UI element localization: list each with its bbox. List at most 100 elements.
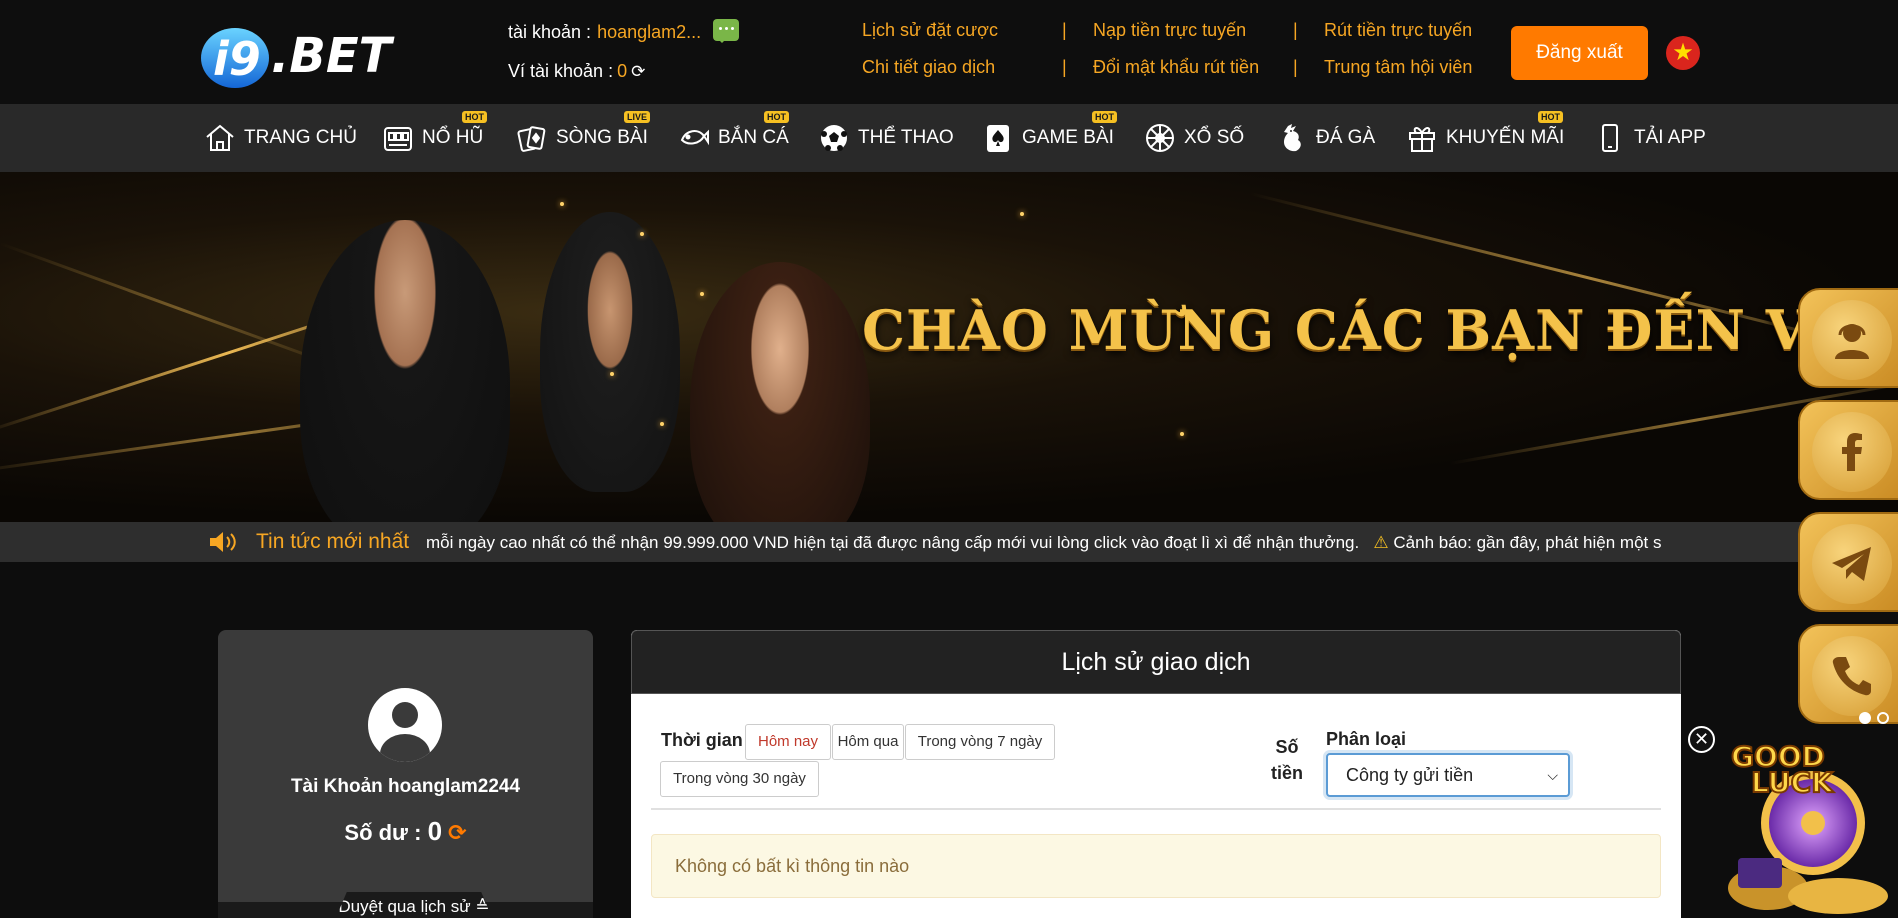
svg-text:LUCK: LUCK xyxy=(1751,766,1834,799)
vietnam-flag-icon[interactable]: ★ xyxy=(1666,36,1700,70)
nav-label: KHUYẾN MÃI xyxy=(1446,127,1565,148)
telegram-button[interactable] xyxy=(1798,512,1898,612)
time-filter-label: Thời gian xyxy=(661,730,743,750)
nav-item-home[interactable]: TRANG CHỦ xyxy=(204,104,357,172)
hot-badge: HOT xyxy=(462,111,487,123)
header-links-col1: Lịch sử đặt cược Chi tiết giao dịch xyxy=(862,18,998,92)
nav-item-lottery[interactable]: XỔ SỐ xyxy=(1144,104,1244,172)
main-nav: TRANG CHỦ NỔ HŨ HOT SÒNG BÀI LIVE BẮN CÁ… xyxy=(0,104,1898,172)
news-ticker[interactable]: mỗi ngày cao nhất có thể nhận 99.999.000… xyxy=(426,533,1702,553)
account-username: hoanglam2... xyxy=(597,22,702,42)
news-text: mỗi ngày cao nhất có thể nhận 99.999.000… xyxy=(426,533,1360,552)
header-links-col2: Nạp tiền trực tuyến Đổi mật khẩu rút tiề… xyxy=(1093,18,1259,92)
filter-7days-button[interactable]: Trong vòng 7 ngày xyxy=(905,724,1055,760)
header-separator-1: | | xyxy=(1062,20,1067,77)
nav-item-promotions[interactable]: KHUYẾN MÃI HOT xyxy=(1406,104,1564,172)
link-withdraw-online[interactable]: Rút tiền trực tuyến xyxy=(1324,18,1472,55)
profile-panel: Tài Khoản hoanglam2244 Số dư : 0 ⟳ Duyệt… xyxy=(218,630,593,918)
nav-item-cockfight[interactable]: ĐÁ GÀ xyxy=(1276,104,1375,172)
top-header: i9 .BET tài khoản : hoanglam2... Ví tài … xyxy=(0,0,1898,104)
banner-man-hat xyxy=(540,212,680,492)
warning-icon: ⚠ xyxy=(1373,533,1389,552)
chat-icon[interactable] xyxy=(713,18,740,43)
wallet-value: 0 xyxy=(617,61,628,81)
lottery-wheel-icon xyxy=(1144,122,1176,154)
profile-account-name: Tài Khoản hoanglam2244 xyxy=(290,776,521,797)
nav-label: XỔ SỐ xyxy=(1184,127,1245,148)
balance-label: Số dư : xyxy=(344,820,422,845)
live-badge: LIVE xyxy=(624,111,651,123)
cards-icon xyxy=(516,122,548,154)
refresh-balance-icon[interactable]: ⟳ xyxy=(448,820,466,845)
home-icon xyxy=(204,122,236,154)
welcome-banner[interactable]: CHÀO MỪNG CÁC BẠN ĐẾN VỚI xyxy=(0,172,1898,522)
close-icon[interactable]: ✕ xyxy=(1688,726,1715,753)
link-change-withdraw-password[interactable]: Đổi mật khẩu rút tiền xyxy=(1093,55,1259,92)
phone-call-icon xyxy=(1832,657,1871,696)
gift-icon xyxy=(1406,122,1438,154)
nav-item-download-app[interactable]: TẢI APP xyxy=(1594,104,1706,172)
hot-badge: HOT xyxy=(764,111,789,123)
hot-badge: HOT xyxy=(1538,111,1563,123)
nav-label: THỂ THAO xyxy=(858,127,954,148)
rooster-icon xyxy=(1276,122,1308,154)
amount-label: Số tiền xyxy=(1271,737,1304,783)
nav-item-casino[interactable]: SÒNG BÀI LIVE xyxy=(516,104,651,172)
hotline-button[interactable] xyxy=(1798,624,1898,724)
speaker-icon xyxy=(210,532,236,552)
link-bet-history[interactable]: Lịch sử đặt cược xyxy=(862,18,998,55)
transaction-history-panel: Lịch sử giao dịch Thời gian Hôm nay Hôm … xyxy=(631,630,1681,918)
balance-value: 0 xyxy=(427,816,443,846)
facebook-icon xyxy=(1842,433,1862,471)
category-selected-value: Công ty gửi tiền xyxy=(1346,765,1474,785)
nav-item-slots[interactable]: NỔ HŨ HOT xyxy=(382,104,487,172)
wallet-label: Ví tài khoản : xyxy=(508,61,614,81)
category-label: Phân loại xyxy=(1326,729,1407,749)
support-button[interactable] xyxy=(1798,288,1898,388)
nav-label: TRANG CHỦ xyxy=(244,127,357,148)
nav-item-fishing[interactable]: BẮN CÁ HOT xyxy=(678,104,789,172)
nav-label: SÒNG BÀI xyxy=(556,127,648,148)
news-marquee: Tin tức mới nhất mỗi ngày cao nhất có th… xyxy=(0,522,1898,562)
soccer-ball-icon xyxy=(818,122,850,154)
profile-balance: Số dư : 0 ⟳ xyxy=(218,816,593,847)
i9bet-logo[interactable]: i9 .BET xyxy=(199,20,421,92)
svg-text:i9: i9 xyxy=(213,32,261,86)
link-member-center[interactable]: Trung tâm hội viên xyxy=(1324,55,1472,92)
facebook-button[interactable] xyxy=(1798,400,1898,500)
nav-label: GAME BÀI xyxy=(1022,127,1114,148)
hot-badge: HOT xyxy=(1092,111,1117,123)
category-select[interactable]: Công ty gửi tiền ⌵ xyxy=(1326,753,1570,797)
link-transaction-detail[interactable]: Chi tiết giao dịch xyxy=(862,55,998,92)
logout-button[interactable]: Đăng xuất xyxy=(1511,26,1648,80)
carousel-dots[interactable] xyxy=(1859,712,1889,724)
banner-woman xyxy=(690,262,870,522)
refresh-icon[interactable]: ⟳ xyxy=(631,62,645,82)
account-info: tài khoản : hoanglam2... xyxy=(508,18,740,43)
phone-icon xyxy=(1594,122,1626,154)
wallet-info: Ví tài khoản : 0 ⟳ xyxy=(508,61,645,82)
panel-title: Lịch sử giao dịch xyxy=(631,630,1681,694)
news-label: Tin tức mới nhất xyxy=(256,530,410,553)
header-links-col3: Rút tiền trực tuyến Trung tâm hội viên xyxy=(1324,18,1472,92)
banner-man-left xyxy=(300,220,510,522)
nav-label: TẢI APP xyxy=(1634,127,1706,148)
slot-machine-icon xyxy=(382,122,414,154)
nav-item-sports[interactable]: THỂ THAO xyxy=(818,104,954,172)
filter-yesterday-button[interactable]: Hôm qua xyxy=(832,724,904,760)
telegram-icon xyxy=(1832,547,1871,581)
nav-label: NỔ HŨ xyxy=(422,127,484,148)
link-deposit-online[interactable]: Nạp tiền trực tuyến xyxy=(1093,18,1259,55)
spade-card-icon xyxy=(982,122,1014,154)
news-warning-text: Cảnh báo: gần đây, phát hiện một s xyxy=(1393,533,1662,552)
divider xyxy=(651,808,1661,810)
filter-30days-button[interactable]: Trong vòng 30 ngày xyxy=(660,761,819,797)
nav-item-card-games[interactable]: GAME BÀI HOT xyxy=(982,104,1117,172)
good-luck-promo[interactable]: GOOD LUCK xyxy=(1718,728,1898,918)
filter-today-button[interactable]: Hôm nay xyxy=(745,724,831,760)
header-separator-2: | | xyxy=(1293,20,1298,77)
banner-title: CHÀO MỪNG CÁC BẠN ĐẾN VỚI xyxy=(862,298,1883,362)
nav-label: ĐÁ GÀ xyxy=(1316,127,1376,148)
browse-history-tab[interactable]: Duyệt qua lịch sử ≙ xyxy=(334,892,494,918)
account-label: tài khoản : xyxy=(508,22,592,42)
